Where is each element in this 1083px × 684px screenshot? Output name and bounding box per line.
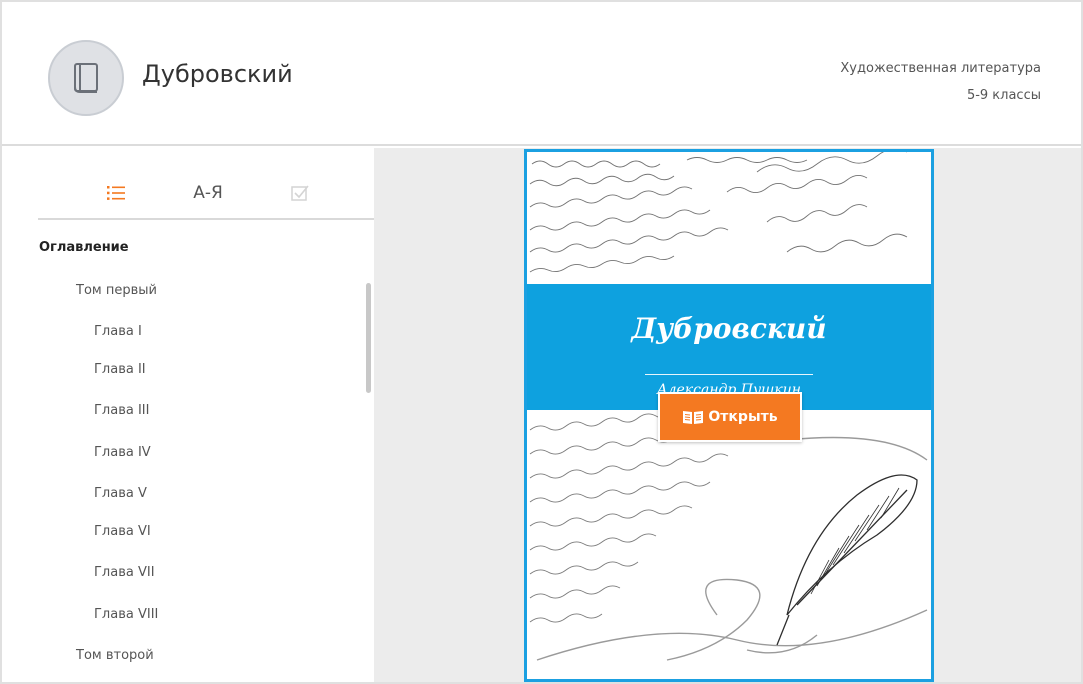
cover-handwriting-top	[529, 152, 908, 273]
cover-divider	[645, 374, 813, 375]
open-book-icon	[683, 411, 704, 424]
tab-alphabetical[interactable]: А-Я	[184, 178, 232, 208]
book-header: Дубровский Художественная литература 5-9…	[2, 2, 1081, 146]
cover-title: Дубровский	[631, 312, 827, 345]
checkbox-icon	[291, 185, 309, 201]
sidebar-scrollbar[interactable]	[366, 283, 371, 393]
open-button-label: Открыть	[708, 409, 778, 425]
cover-handwriting-bottom	[529, 410, 928, 661]
toc-heading: Оглавление	[39, 240, 129, 255]
toc-item-chapter-3[interactable]: Глава III	[94, 403, 149, 418]
toc-item-chapter-2[interactable]: Глава II	[94, 362, 146, 377]
open-button[interactable]: Открыть	[658, 392, 802, 442]
tab-contents[interactable]	[100, 178, 132, 208]
tab-tasks[interactable]	[284, 178, 316, 208]
toc-item-chapter-5[interactable]: Глава V	[94, 486, 147, 501]
sidebar-tabs: А-Я	[38, 168, 374, 220]
list-icon	[107, 186, 125, 200]
toc-item-chapter-7[interactable]: Глава VII	[94, 565, 155, 580]
toc-item-chapter-1[interactable]: Глава I	[94, 324, 142, 339]
toc-item-chapter-6[interactable]: Глава VI	[94, 524, 151, 539]
book-category: Художественная литература	[840, 61, 1041, 76]
toc-item-volume-1[interactable]: Том первый	[76, 283, 157, 298]
book-grades: 5-9 классы	[966, 88, 1041, 103]
sidebar: А-Я Оглавление Том первый Глава I Глава …	[2, 148, 374, 682]
toc-item-chapter-4[interactable]: Глава IV	[94, 445, 151, 460]
book-avatar	[48, 40, 124, 116]
book-cover[interactable]: Дубровский Александр Пушкин Открыть	[524, 149, 934, 682]
cover-viewer: Дубровский Александр Пушкин Открыть	[374, 148, 1081, 682]
toc-item-volume-2[interactable]: Том второй	[76, 648, 154, 663]
book-title: Дубровский	[142, 60, 293, 88]
book-meta: Художественная литература 5-9 классы	[840, 55, 1041, 109]
book-icon	[74, 63, 98, 93]
toc-item-chapter-8[interactable]: Глава VIII	[94, 607, 158, 622]
